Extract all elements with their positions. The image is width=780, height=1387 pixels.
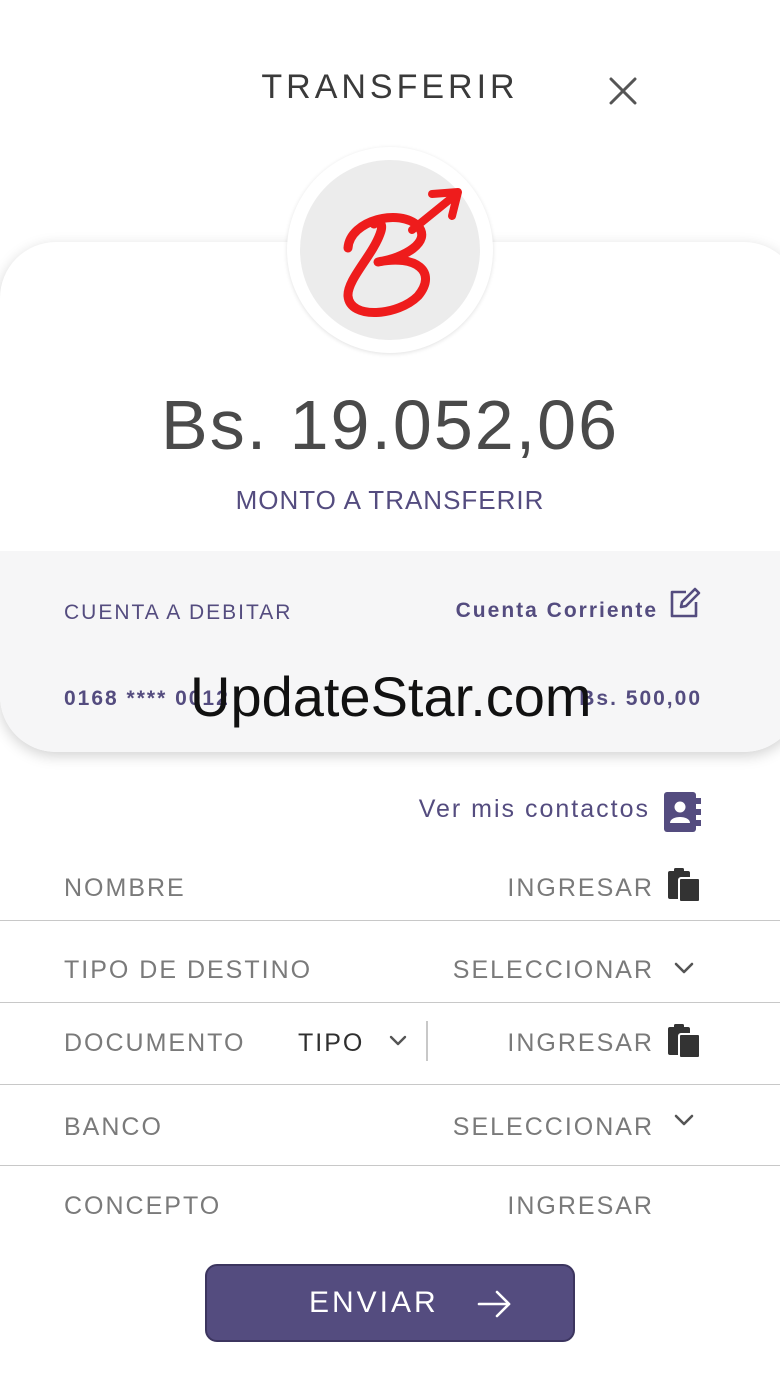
banco-label: BANCO	[64, 1113, 163, 1141]
documento-separator	[426, 1021, 428, 1061]
concepto-input[interactable]: INGRESAR	[507, 1192, 654, 1221]
documento-tipo-select[interactable]: TIPO	[298, 1029, 364, 1058]
arrow-right-icon	[477, 1290, 511, 1318]
row-divider	[0, 1002, 780, 1003]
tipo-destino-select[interactable]: SELECCIONAR	[453, 956, 654, 985]
documento-label: DOCUMENTO	[64, 1029, 246, 1057]
tipo-destino-label: TIPO DE DESTINO	[64, 956, 313, 984]
bank-logo-icon	[343, 188, 462, 317]
send-button-label: ENVIAR	[309, 1286, 439, 1319]
banco-select[interactable]: SELECCIONAR	[453, 1113, 654, 1142]
close-icon[interactable]	[602, 70, 644, 112]
chevron-down-icon[interactable]	[386, 1029, 410, 1053]
debit-account-label: CUENTA A DEBITAR	[64, 601, 293, 624]
transfer-amount-label: MONTO A TRANSFERIR	[235, 485, 545, 515]
page-title: TRANSFERIR	[261, 68, 519, 106]
row-divider	[0, 1084, 780, 1085]
view-contacts-link[interactable]: Ver mis contactos	[419, 795, 650, 824]
concepto-label: CONCEPTO	[64, 1192, 222, 1220]
clipboard-icon[interactable]	[666, 1023, 702, 1059]
account-type[interactable]: Cuenta Corriente	[456, 599, 658, 623]
bank-logo	[287, 147, 493, 353]
edit-icon[interactable]	[666, 586, 702, 622]
row-divider	[0, 920, 780, 921]
chevron-down-icon[interactable]	[670, 1106, 698, 1134]
nombre-input[interactable]: INGRESAR	[507, 874, 654, 903]
clipboard-icon[interactable]	[666, 867, 702, 903]
contacts-book-icon[interactable]	[662, 792, 702, 832]
transfer-amount: Bs. 19.052,06	[161, 386, 619, 464]
chevron-down-icon[interactable]	[670, 954, 698, 982]
send-button[interactable]: ENVIAR	[205, 1264, 575, 1342]
watermark: UpdateStar.com	[190, 665, 592, 728]
row-divider	[0, 1165, 780, 1166]
account-balance: Bs. 500,00	[579, 687, 702, 710]
nombre-label: NOMBRE	[64, 874, 186, 902]
bank-logo-background	[300, 160, 480, 340]
documento-input[interactable]: INGRESAR	[507, 1029, 654, 1058]
